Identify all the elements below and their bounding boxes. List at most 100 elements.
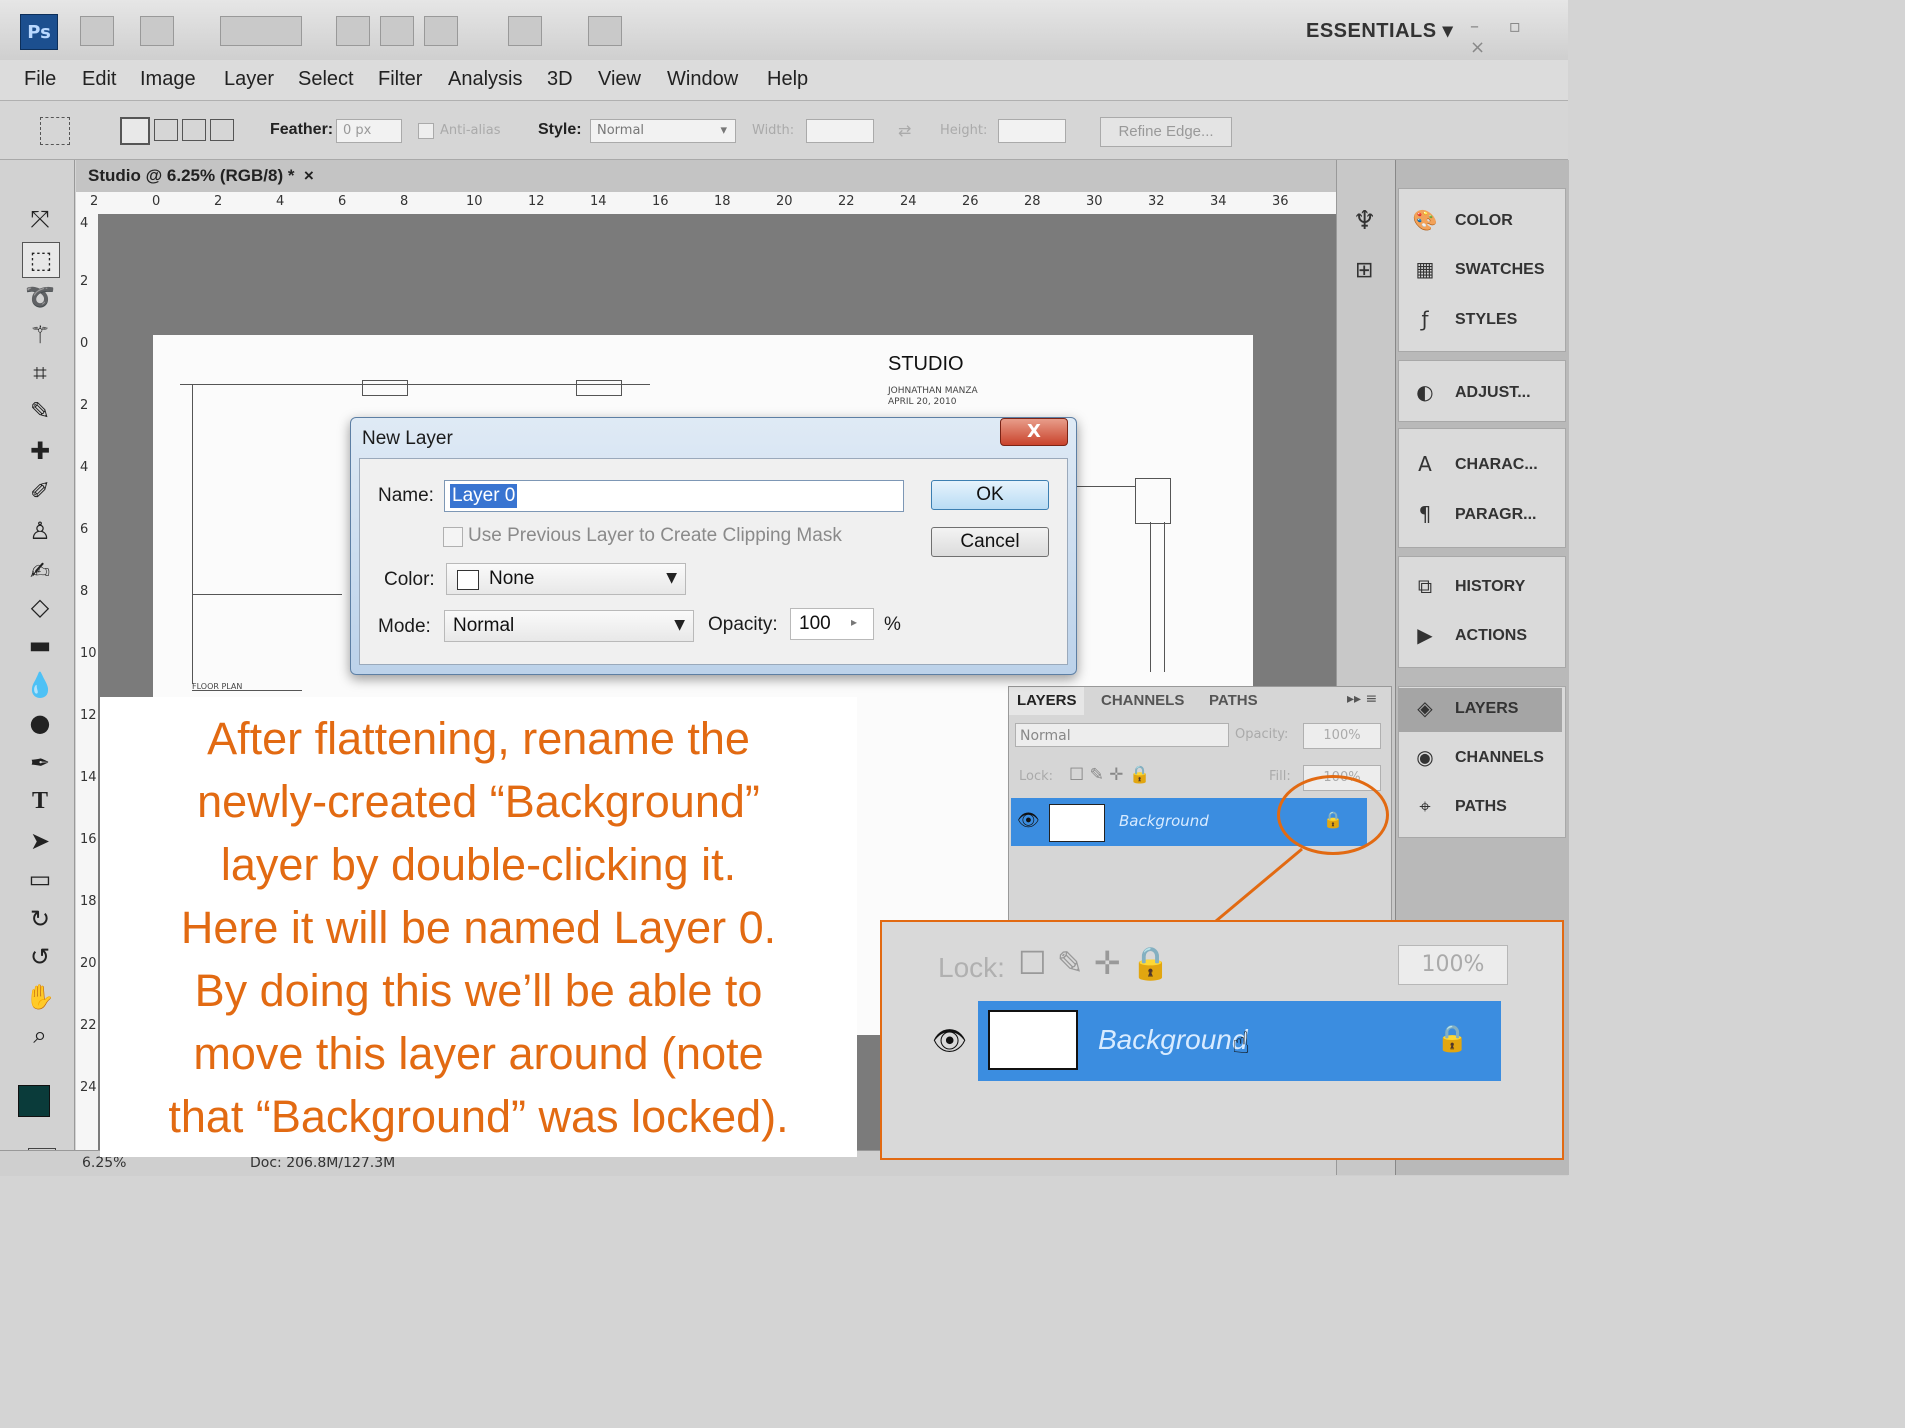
marquee-tool-icon[interactable]: ⬚ — [22, 242, 60, 278]
height-label: Height: — [940, 123, 988, 138]
ruler-label: 22 — [80, 1018, 97, 1033]
panel-button-character[interactable]: A CHARAC... — [1405, 446, 1565, 486]
dodge-tool-icon[interactable]: ● — [22, 706, 58, 740]
tab-paths[interactable]: PATHS — [1201, 687, 1266, 715]
menu-3d[interactable]: 3D — [547, 68, 573, 91]
caption-line: newly-created “Background” — [197, 776, 760, 827]
move-tool-icon[interactable]: ⤧ — [22, 202, 58, 236]
close-tab-icon[interactable]: × — [304, 166, 314, 185]
antialias-checkbox[interactable] — [418, 123, 434, 139]
rotate-view-icon[interactable] — [424, 16, 458, 46]
menu-image[interactable]: Image — [140, 68, 196, 91]
menu-filter[interactable]: Filter — [378, 68, 422, 91]
mini-bridge-icon[interactable] — [140, 16, 174, 46]
panel-button-channels[interactable]: ◉ CHANNELS — [1405, 739, 1565, 779]
brush-tool-icon[interactable]: ✐ — [22, 474, 58, 508]
blur-tool-icon[interactable]: 💧 — [22, 668, 58, 702]
brush-panel-icon[interactable]: ♆ — [1353, 206, 1376, 236]
screen-mode-icon[interactable] — [588, 16, 622, 46]
panel-button-layers[interactable]: ◈ LAYERS — [1405, 690, 1565, 730]
swap-icon[interactable]: ⇄ — [898, 121, 911, 140]
eraser-icon[interactable]: ◇ — [22, 590, 58, 624]
style-select[interactable]: Normal ▾ — [590, 119, 736, 143]
eye-icon[interactable]: 👁 — [1017, 810, 1040, 831]
plan-door — [362, 380, 408, 396]
magic-wand-icon[interactable]: ⚚ — [22, 318, 58, 352]
tab-channels[interactable]: CHANNELS — [1093, 687, 1192, 715]
height-input[interactable] — [998, 119, 1066, 143]
caption-line: layer by double-clicking it. — [220, 839, 737, 890]
panel-button-history[interactable]: ⧉ HISTORY — [1405, 568, 1565, 608]
refine-edge-button[interactable]: Refine Edge... — [1100, 117, 1232, 147]
cancel-button[interactable]: Cancel — [931, 527, 1049, 557]
3d-orbit-icon[interactable]: ↺ — [22, 940, 58, 974]
menu-window[interactable]: Window — [667, 68, 738, 91]
clipping-mask-checkbox[interactable] — [443, 527, 463, 547]
blend-mode-select[interactable]: Normal — [1015, 723, 1229, 747]
opacity-field[interactable]: 100% — [1303, 723, 1381, 749]
arrange-documents-icon[interactable] — [508, 16, 542, 46]
ok-button[interactable]: OK — [931, 480, 1049, 510]
color-select[interactable]: None ▼ — [446, 563, 686, 595]
history-brush-icon[interactable]: ✍ — [22, 554, 58, 588]
zoom-tool-icon[interactable] — [380, 16, 414, 46]
hand-tool-icon[interactable]: ✋ — [22, 980, 58, 1014]
subtract-selection-icon[interactable] — [182, 119, 206, 141]
clone-source-icon[interactable]: ⊞ — [1355, 258, 1373, 283]
zoom-readout[interactable]: 6.25% — [82, 1155, 126, 1171]
pen-tool-icon[interactable]: ✒ — [22, 746, 58, 780]
feather-input[interactable]: 0 px — [336, 119, 402, 143]
opacity-slider-icon[interactable]: ▸ — [851, 615, 857, 629]
lasso-tool-icon[interactable]: ➰ — [22, 280, 58, 314]
new-selection-icon[interactable] — [120, 117, 150, 145]
panel-button-paths[interactable]: ⌖ PATHS — [1405, 788, 1565, 828]
mode-select[interactable]: Normal ▼ — [444, 610, 694, 642]
opacity-input[interactable]: 100 ▸ — [790, 608, 874, 640]
ruler-label: 20 — [776, 194, 793, 209]
layer-name[interactable]: Background — [1119, 812, 1209, 830]
ruler-label: 6 — [338, 194, 347, 209]
menu-file[interactable]: File — [24, 68, 56, 91]
panel-menu-icon[interactable]: ▸▸ ≡ — [1347, 691, 1377, 707]
crop-tool-icon[interactable]: ⌗ — [22, 356, 58, 390]
plan-wall — [1075, 486, 1135, 487]
path-selection-icon[interactable]: ➤ — [22, 824, 58, 858]
width-input[interactable] — [806, 119, 874, 143]
marquee-preset-icon[interactable] — [40, 117, 70, 145]
color-value: None — [489, 568, 535, 589]
menu-help[interactable]: Help — [767, 68, 808, 91]
zoom-tool-icon[interactable]: ⌕ — [22, 1018, 58, 1052]
panel-button-actions[interactable]: ▶ ACTIONS — [1405, 617, 1565, 657]
panel-button-adjustments[interactable]: ◐ ADJUST... — [1405, 374, 1565, 414]
menu-select[interactable]: Select — [298, 68, 354, 91]
menu-layer[interactable]: Layer — [224, 68, 274, 91]
add-selection-icon[interactable] — [154, 119, 178, 141]
3d-rotate-icon[interactable]: ↻ — [22, 902, 58, 936]
callout-circle — [1277, 775, 1389, 855]
intersect-selection-icon[interactable] — [210, 119, 234, 141]
menu-analysis[interactable]: Analysis — [448, 68, 522, 91]
dialog-close-button[interactable]: X — [1000, 418, 1068, 446]
document-tab[interactable]: Studio @ 6.25% (RGB/8) * × — [88, 166, 314, 186]
gradient-tool-icon[interactable]: ▬ — [22, 628, 58, 662]
eyedropper-icon[interactable]: ✎ — [22, 394, 58, 428]
workspace-switcher[interactable]: ESSENTIALS ▾ — [1306, 18, 1453, 43]
healing-brush-icon[interactable]: ✚ — [22, 434, 58, 468]
panel-button-paragraph[interactable]: ¶ PARAGR... — [1405, 496, 1565, 536]
bridge-icon[interactable] — [80, 16, 114, 46]
type-tool-icon[interactable]: T — [22, 784, 58, 818]
menu-edit[interactable]: Edit — [82, 68, 116, 91]
window-controls[interactable]: – ▫ × — [1470, 16, 1568, 58]
lock-icons[interactable]: ☐ ✎ ✛ 🔒 — [1069, 765, 1150, 785]
hand-tool-icon[interactable] — [336, 16, 370, 46]
menu-view[interactable]: View — [598, 68, 641, 91]
tab-layers[interactable]: LAYERS — [1009, 687, 1085, 715]
panel-button-color[interactable]: 🎨 COLOR — [1405, 202, 1565, 242]
panel-button-swatches[interactable]: ▦ SWATCHES — [1405, 251, 1565, 291]
panel-button-styles[interactable]: ƒ STYLES — [1405, 301, 1565, 341]
foreground-color-swatch[interactable] — [18, 1085, 50, 1117]
zoom-level-icon[interactable] — [220, 16, 302, 46]
shape-tool-icon[interactable]: ▭ — [22, 862, 58, 896]
ruler-label: 0 — [80, 336, 89, 351]
clone-stamp-icon[interactable]: ♙ — [22, 514, 58, 548]
